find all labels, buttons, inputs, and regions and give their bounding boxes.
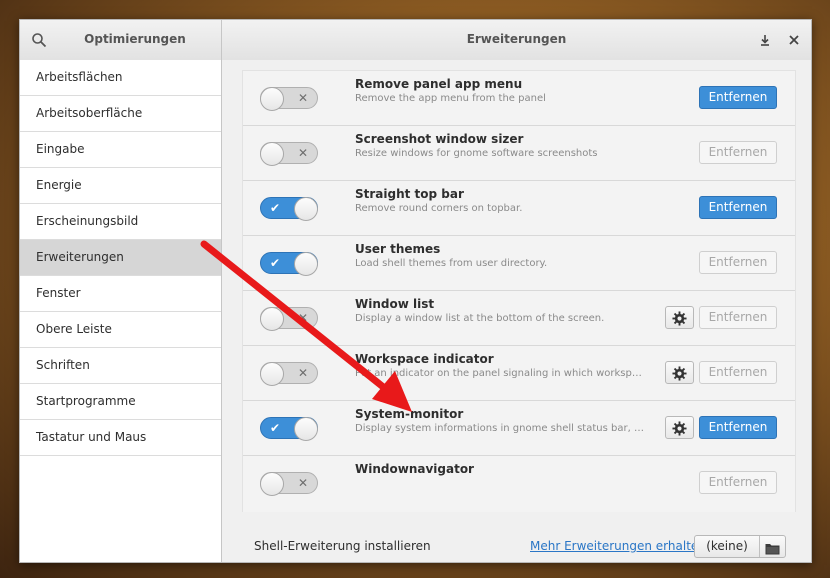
remove-extension-button[interactable]: Entfernen: [699, 361, 777, 384]
sidebar-header: Optimierungen: [20, 20, 222, 60]
extension-name: Windownavigator: [355, 462, 474, 476]
toggle-knob: [260, 472, 284, 496]
extension-toggle[interactable]: ✕: [260, 472, 318, 496]
extension-row: ✕ Windownavigator Entfernen: [243, 456, 795, 512]
sidebar-title: Optimierungen: [84, 32, 186, 46]
tweaks-window: Optimierungen Erweiterungen Arbeitsfläch…: [19, 19, 812, 563]
check-icon: ✔: [270, 201, 281, 215]
sidebar-item[interactable]: Obere Leiste: [20, 312, 221, 348]
sidebar-item[interactable]: Fenster: [20, 276, 221, 312]
remove-extension-button[interactable]: Entfernen: [699, 416, 777, 439]
folder-icon: [765, 540, 780, 559]
more-extensions-link[interactable]: Mehr Erweiterungen erhalten: [530, 539, 706, 553]
cross-icon: ✕: [297, 366, 308, 380]
file-chooser-button[interactable]: (keine): [694, 535, 786, 558]
extension-name: Remove panel app menu: [355, 77, 523, 91]
extension-name: Workspace indicator: [355, 352, 494, 366]
extension-settings-button[interactable]: [665, 416, 694, 439]
toggle-knob: [294, 197, 318, 221]
toggle-knob: [260, 307, 284, 331]
extension-toggle[interactable]: ✕: [260, 142, 318, 166]
extension-name: System-monitor: [355, 407, 464, 421]
remove-extension-button[interactable]: Entfernen: [699, 251, 777, 274]
sidebar-item[interactable]: Eingabe: [20, 132, 221, 168]
extension-toggle[interactable]: ✔: [260, 197, 318, 221]
remove-extension-button[interactable]: Entfernen: [699, 141, 777, 164]
download-icon[interactable]: [755, 30, 775, 50]
extension-toggle[interactable]: ✔: [260, 417, 318, 441]
extension-name: User themes: [355, 242, 441, 256]
extension-toggle[interactable]: ✕: [260, 307, 318, 331]
extension-row: ✕ Window list Display a window list at the…: [243, 291, 795, 346]
title-bar: Optimierungen Erweiterungen: [20, 20, 811, 61]
cross-icon: ✕: [297, 146, 308, 160]
extension-description: Load shell themes from user directory.: [355, 258, 548, 269]
extension-description: Remove round corners on topbar.: [355, 203, 523, 214]
sidebar-item[interactable]: Erscheinungsbild: [20, 204, 221, 240]
extension-description: Display system informations in gnome she…: [355, 423, 645, 434]
extension-toggle[interactable]: ✕: [260, 87, 318, 111]
close-icon[interactable]: [784, 30, 804, 50]
remove-extension-button[interactable]: Entfernen: [699, 471, 777, 494]
extension-settings-button[interactable]: [665, 361, 694, 384]
extension-list: ✕ Remove panel app menu Remove the app men…: [242, 70, 796, 512]
extension-row: ✔ Straight top bar Remove round corners on…: [243, 181, 795, 236]
sidebar-item[interactable]: Energie: [20, 168, 221, 204]
remove-extension-button[interactable]: Entfernen: [699, 306, 777, 329]
extensions-panel: ✕ Remove panel app menu Remove the app men…: [222, 60, 811, 562]
sidebar-item[interactable]: Schriften: [20, 348, 221, 384]
toggle-knob: [294, 417, 318, 441]
toggle-knob: [260, 87, 284, 111]
sidebar-item[interactable]: Erweiterungen: [20, 240, 221, 276]
extension-toggle[interactable]: ✔: [260, 252, 318, 276]
toggle-knob: [260, 142, 284, 166]
sidebar-item[interactable]: Tastatur und Maus: [20, 420, 221, 456]
install-extension-label: Shell-Erweiterung installieren: [254, 539, 431, 553]
extension-row: ✕ Screenshot window sizer Resize windows f…: [243, 126, 795, 181]
toggle-knob: [260, 362, 284, 386]
extension-description: Resize windows for gnome software screen…: [355, 148, 598, 159]
extension-row: ✕ Remove panel app menu Remove the app men…: [243, 71, 795, 126]
file-chooser-divider: [759, 536, 760, 557]
cross-icon: ✕: [297, 311, 308, 325]
extension-toggle[interactable]: ✕: [260, 362, 318, 386]
extension-row: ✕ Workspace indicator Put an indicator on …: [243, 346, 795, 401]
extension-description: Remove the app menu from the panel: [355, 93, 546, 104]
cross-icon: ✕: [297, 91, 308, 105]
extension-name: Straight top bar: [355, 187, 464, 201]
footer: Shell-Erweiterung installieren Mehr Erwe…: [242, 531, 794, 561]
file-chooser-value: (keine): [706, 539, 748, 553]
check-icon: ✔: [270, 421, 281, 435]
sidebar: Arbeitsflächen Arbeitsoberfläche Eingabe En…: [20, 60, 222, 562]
search-icon[interactable]: [31, 32, 47, 48]
extension-settings-button[interactable]: [665, 306, 694, 329]
extension-name: Screenshot window sizer: [355, 132, 524, 146]
extension-description: Put an indicator on the panel signaling …: [355, 368, 645, 379]
toggle-knob: [294, 252, 318, 276]
sidebar-item[interactable]: Arbeitsflächen: [20, 60, 221, 96]
remove-extension-button[interactable]: Entfernen: [699, 196, 777, 219]
extension-description: Display a window list at the bottom of t…: [355, 313, 605, 324]
sidebar-item[interactable]: Startprogramme: [20, 384, 221, 420]
extension-row: ✔ User themes Load shell themes from user …: [243, 236, 795, 291]
page-title: Erweiterungen: [466, 32, 567, 46]
check-icon: ✔: [270, 256, 281, 270]
remove-extension-button[interactable]: Entfernen: [699, 86, 777, 109]
sidebar-item[interactable]: Arbeitsoberfläche: [20, 96, 221, 132]
extension-name: Window list: [355, 297, 435, 311]
extension-row: ✔ System-monitor Display system informatio…: [243, 401, 795, 456]
cross-icon: ✕: [297, 476, 308, 490]
